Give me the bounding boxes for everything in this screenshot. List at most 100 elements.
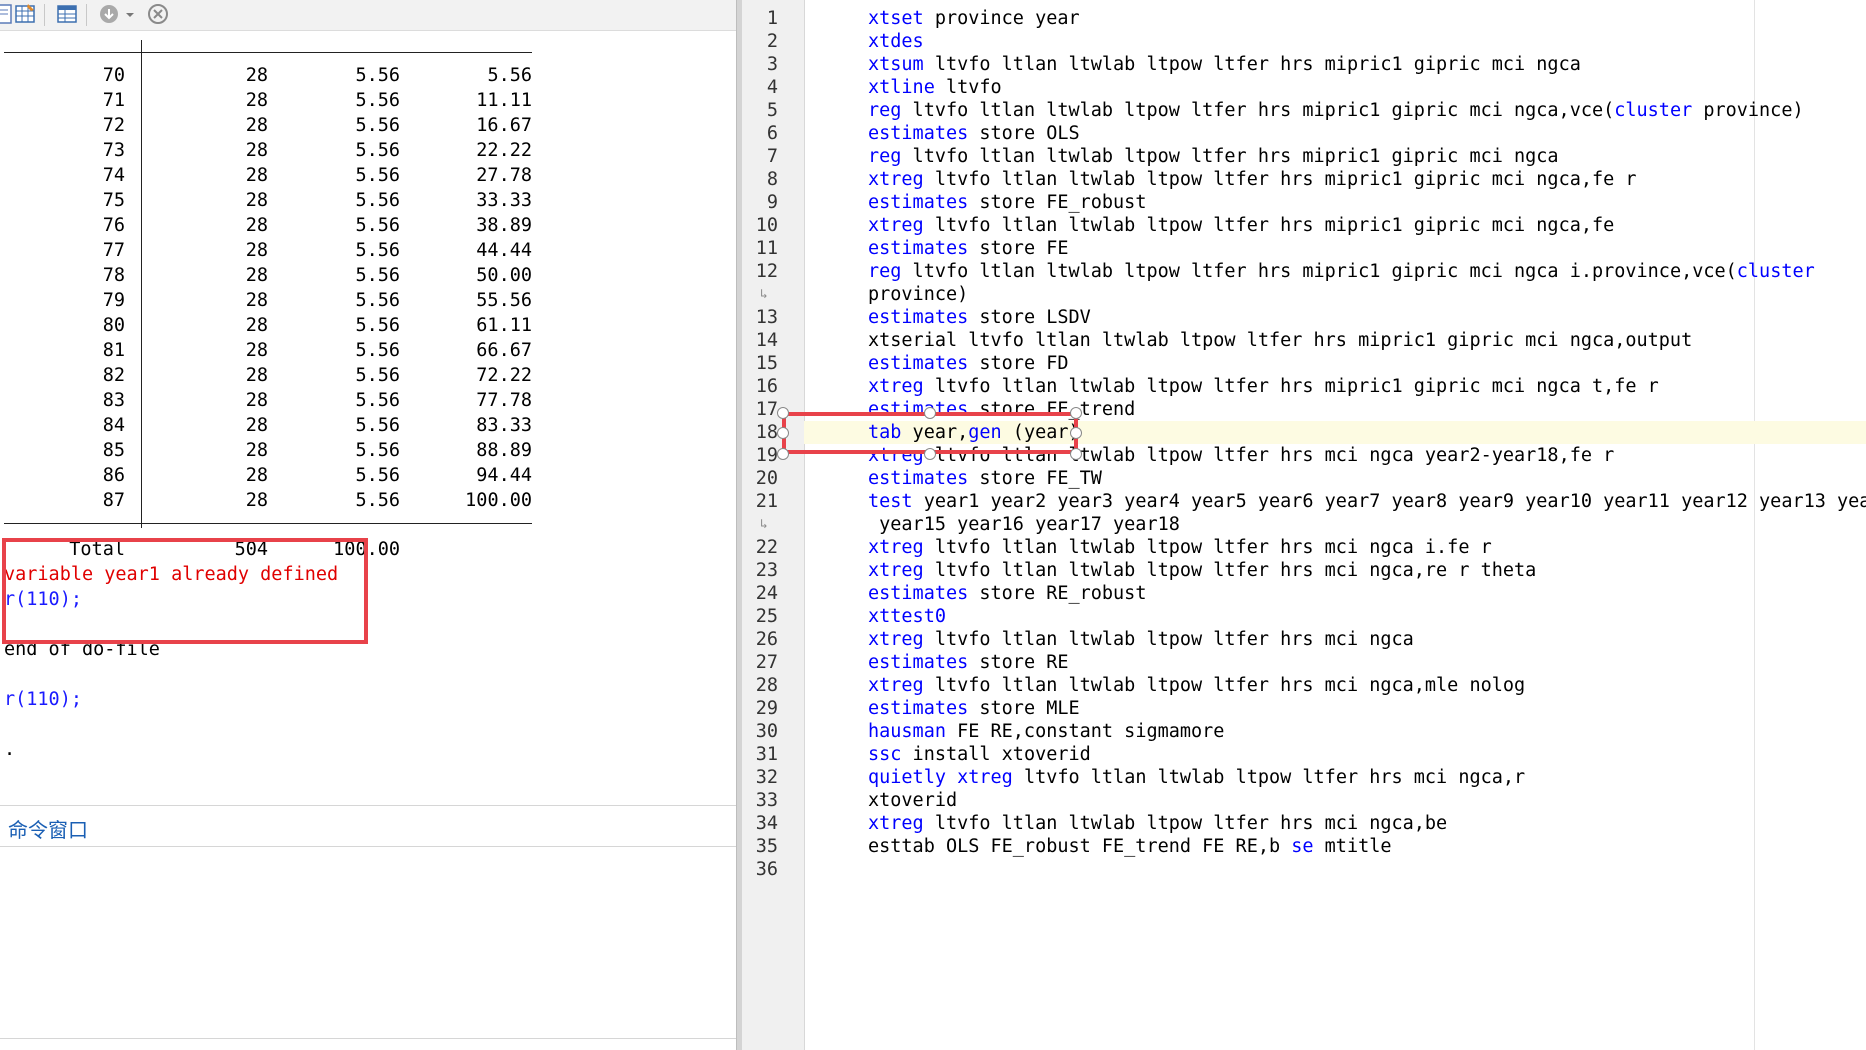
code-keyword: hausman — [868, 721, 946, 742]
table-cell-value: 84 — [102, 415, 125, 436]
table-row: 76 28 5.56 38.89 — [0, 213, 540, 238]
data-browser-icon[interactable] — [56, 3, 78, 25]
code-line[interactable]: xtreg ltvfo ltlan ltwlab ltpow ltfer hrs… — [868, 812, 1447, 835]
code-line[interactable]: xtline ltvfo — [868, 76, 1002, 99]
toolbar-separator — [44, 4, 45, 26]
table-cell-value: 85 — [102, 440, 125, 461]
resize-handle[interactable] — [924, 407, 936, 419]
code-text: province) — [868, 284, 969, 305]
code-line[interactable]: quietly xtreg ltvfo ltlan ltwlab ltpow l… — [868, 766, 1525, 789]
line-number: 33 — [755, 790, 778, 811]
line-number: 4 — [766, 77, 778, 98]
command-input[interactable] — [0, 847, 736, 1037]
code-line[interactable]: xtreg ltvfo ltlan ltwlab ltpow ltfer hrs… — [868, 536, 1492, 559]
table-cell-value: 77 — [102, 240, 125, 261]
code-line[interactable]: test year1 year2 year3 year4 year5 year6… — [868, 490, 1866, 513]
wrap-indicator-icon: ↳ — [760, 287, 768, 302]
table-row: 73 28 5.56 22.22 — [0, 138, 540, 163]
chevron-down-icon[interactable] — [124, 3, 136, 25]
more-icon[interactable] — [98, 3, 120, 25]
code-line[interactable]: xtdes — [868, 30, 924, 53]
table-cell-cum: 94.44 — [476, 465, 532, 486]
code-line[interactable]: province) — [868, 283, 968, 306]
code-line[interactable]: reg ltvfo ltlan ltwlab ltpow ltfer hrs m… — [868, 99, 1804, 122]
table-cell-cum: 55.56 — [476, 290, 532, 311]
line-number: 12 — [755, 261, 778, 282]
table-cell-percent: 5.56 — [355, 265, 400, 286]
resize-handle[interactable] — [777, 448, 789, 460]
table-row: 72 28 5.56 16.67 — [0, 113, 540, 138]
code-line[interactable]: ssc install xtoverid — [868, 743, 1091, 766]
code-line[interactable]: estimates store OLS — [868, 122, 1080, 145]
code-line[interactable]: xttest0 — [868, 605, 946, 628]
table-cell-value: 73 — [102, 140, 125, 161]
code-line[interactable]: reg ltvfo ltlan ltwlab ltpow ltfer hrs m… — [868, 260, 1815, 283]
code-text: ltvfo ltlan ltwlab ltpow ltfer hrs mipri… — [923, 169, 1637, 190]
error-code-link[interactable]: r(110); — [4, 687, 82, 712]
results-output: 70 28 5.56 5.56 71 28 5.56 11.11 72 28 5.56 16.67 73… — [0, 30, 736, 773]
code-area[interactable]: xtset province year xtdes xtsum ltvfo ltla… — [777, 0, 1866, 1050]
code-text: ltvfo ltlan ltwlab ltpow ltfer hrs mipri… — [901, 146, 1559, 167]
line-number: 34 — [755, 813, 778, 834]
toolbar-separator — [86, 4, 87, 26]
code-text: xtoverid — [868, 790, 958, 811]
table-cell-freq: 28 — [245, 340, 268, 361]
table-cell-value: 74 — [102, 165, 125, 186]
code-line[interactable]: estimates store LSDV — [868, 306, 1091, 329]
results-pane: 70 28 5.56 5.56 71 28 5.56 11.11 72 28 5.56 16.67 73… — [0, 0, 736, 1050]
code-line[interactable]: xtoverid — [868, 789, 957, 812]
code-line[interactable]: xtserial ltvfo ltlan ltwlab ltpow ltfer … — [868, 329, 1692, 352]
code-line[interactable]: xtreg ltvfo ltlan ltwlab ltpow ltfer hrs… — [868, 628, 1414, 651]
resize-handle[interactable] — [777, 407, 789, 419]
break-icon[interactable] — [147, 3, 169, 25]
line-number: 31 — [755, 744, 778, 765]
code-keyword: reg — [868, 146, 902, 167]
resize-handle[interactable] — [777, 427, 789, 439]
resize-handle[interactable] — [1070, 407, 1082, 419]
code-line[interactable]: estimates store FE_robust — [868, 191, 1146, 214]
code-line[interactable]: xtreg ltvfo ltlan ltwlab ltpow ltfer hrs… — [868, 375, 1659, 398]
code-line[interactable]: estimates store FD — [868, 352, 1069, 375]
code-line[interactable]: xtset province year — [868, 7, 1080, 30]
code-line[interactable]: estimates store FE_TW — [868, 467, 1102, 490]
table-cell-freq: 28 — [245, 465, 268, 486]
code-line[interactable]: xtsum ltvfo ltlan ltwlab ltpow ltfer hrs… — [868, 53, 1581, 76]
code-line[interactable]: estimates store FE — [868, 237, 1069, 260]
code-line[interactable]: year15 year16 year17 year18 — [868, 513, 1180, 536]
code-line[interactable]: xtreg ltvfo ltlan ltwlab ltpow ltfer hrs… — [868, 168, 1637, 191]
code-keyword: estimates — [868, 583, 969, 604]
code-line[interactable]: xtreg ltvfo ltlan ltwlab ltpow ltfer hrs… — [868, 214, 1614, 237]
code-text: ltvfo — [934, 77, 1002, 98]
code-keyword: estimates — [868, 192, 969, 213]
code-line[interactable]: estimates store RE — [868, 651, 1069, 674]
code-line[interactable]: hausman FE RE,constant sigmamore — [868, 720, 1224, 743]
code-keyword: cluster — [1736, 261, 1815, 282]
resize-handle[interactable] — [1070, 427, 1082, 439]
resize-handle[interactable] — [1070, 448, 1082, 460]
edge-guide — [1754, 0, 1755, 1050]
table-cell-cum: 83.33 — [476, 415, 532, 436]
line-number: 2 — [766, 31, 778, 52]
code-text: mtitle — [1313, 836, 1392, 857]
code-line[interactable]: reg ltvfo ltlan ltwlab ltpow ltfer hrs m… — [868, 145, 1559, 168]
code-line[interactable]: estimates store MLE — [868, 697, 1080, 720]
code-keyword: estimates — [868, 123, 969, 144]
code-line[interactable]: esttab OLS FE_robust FE_trend FE RE,b se… — [868, 835, 1392, 858]
line-number: 26 — [755, 629, 778, 650]
resize-handle[interactable] — [924, 448, 936, 460]
code-line[interactable]: estimates store RE_robust — [868, 582, 1146, 605]
line-number: 10 — [755, 215, 778, 236]
line-number: 27 — [755, 652, 778, 673]
table-cell-freq: 28 — [245, 290, 268, 311]
code-keyword: quietly — [868, 767, 946, 788]
data-editor-icon[interactable] — [14, 3, 36, 25]
code-line[interactable]: xtreg ltvfo ltlan ltwlab ltpow ltfer hrs… — [868, 559, 1536, 582]
do-file-editor[interactable]: 1 2 3 4 5 6 7 8 9 10 11 12 ↳ 13 14 15 16 17 18 19 20 21 ↳ 22 23 2… — [742, 0, 1866, 1050]
code-text: year15 year16 year17 year18 — [868, 514, 1180, 535]
table-cell-cum: 50.00 — [476, 265, 532, 286]
table-row: 71 28 5.56 11.11 — [0, 88, 540, 113]
table-cell-freq: 28 — [245, 65, 268, 86]
table-row: 87 28 5.56 100.00 — [0, 488, 540, 513]
code-line[interactable]: xtreg ltvfo ltlan ltwlab ltpow ltfer hrs… — [868, 674, 1525, 697]
